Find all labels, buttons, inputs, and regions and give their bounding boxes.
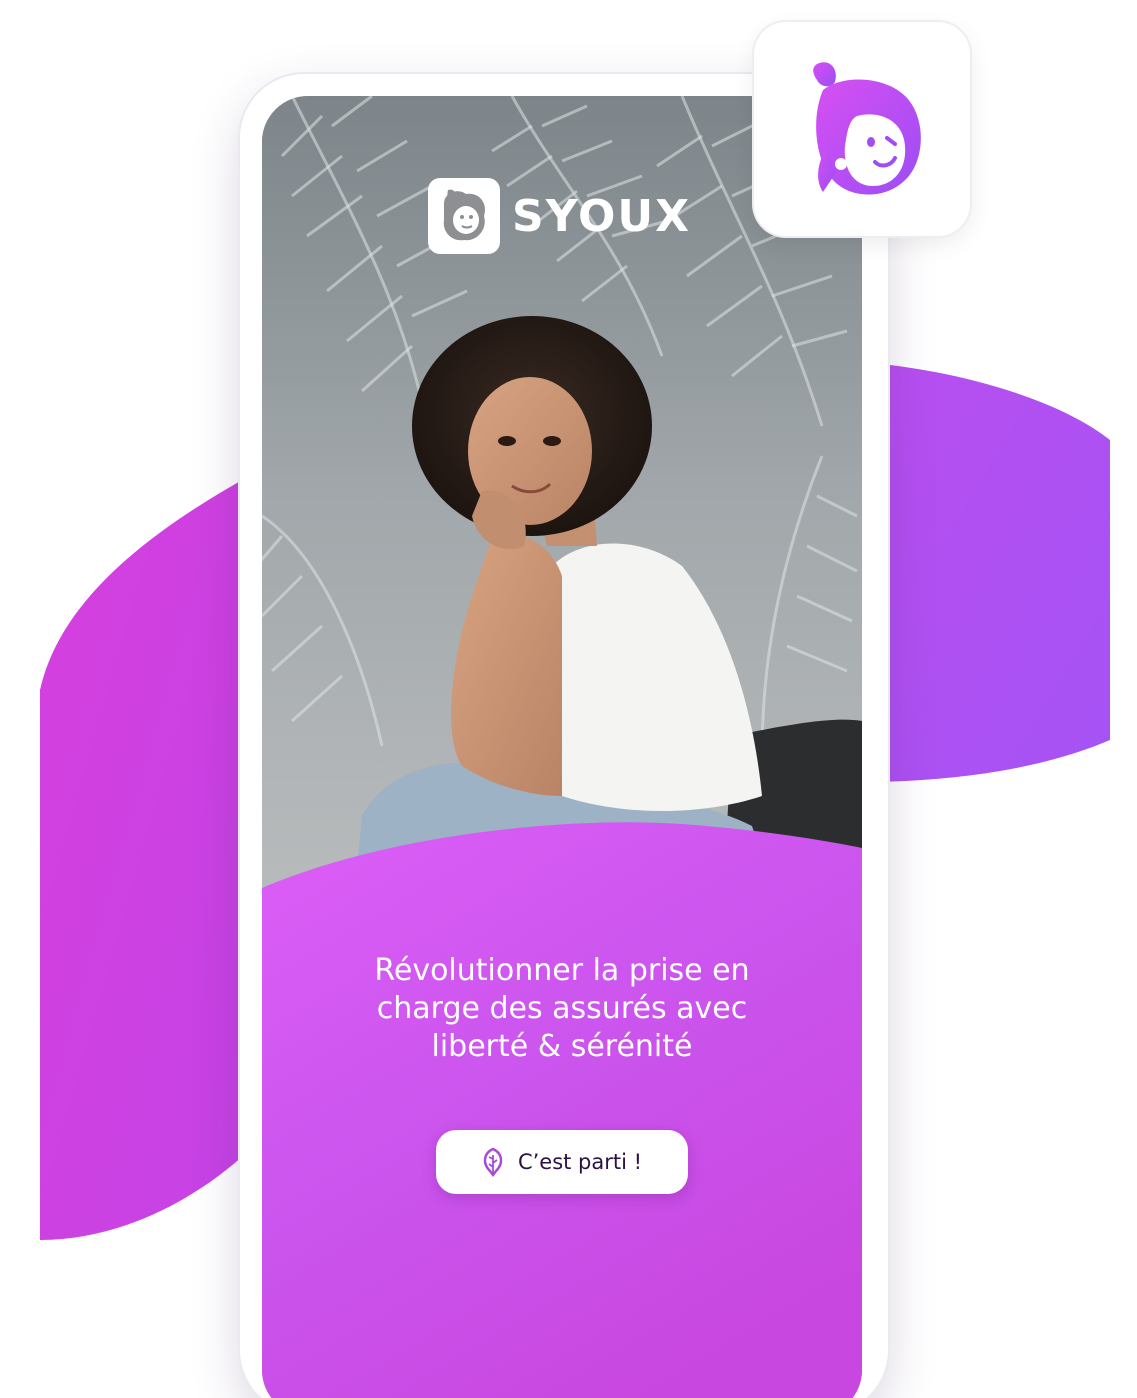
app-icon-tile: [754, 22, 970, 236]
syoux-logo-glyph: [443, 189, 486, 241]
headline-line-2: charge des assurés avec: [376, 991, 748, 1026]
hero-headline: Révolutionner la prise en charge des ass…: [302, 952, 822, 1066]
right-blob: [860, 362, 1110, 782]
feather-icon: [483, 1147, 503, 1177]
brand-header: SYOUX: [428, 178, 691, 254]
brand-name: SYOUX: [512, 190, 692, 242]
headline-line-1: Révolutionner la prise en: [374, 953, 750, 988]
headline-line-3: liberté & sérénité: [431, 1029, 693, 1064]
syoux-logo-icon: [428, 178, 500, 254]
syoux-mascot-icon: [813, 62, 921, 195]
left-blob: [40, 470, 260, 1240]
start-button-label: C’est parti !: [517, 1150, 643, 1174]
marketing-stage: SYOUX Révolutionner la prise en charge d…: [0, 0, 1137, 1398]
start-button[interactable]: C’est parti !: [436, 1130, 688, 1194]
phone-screen: SYOUX Révolutionner la prise en charge d…: [262, 96, 862, 1398]
purple-panel: [262, 822, 862, 1398]
